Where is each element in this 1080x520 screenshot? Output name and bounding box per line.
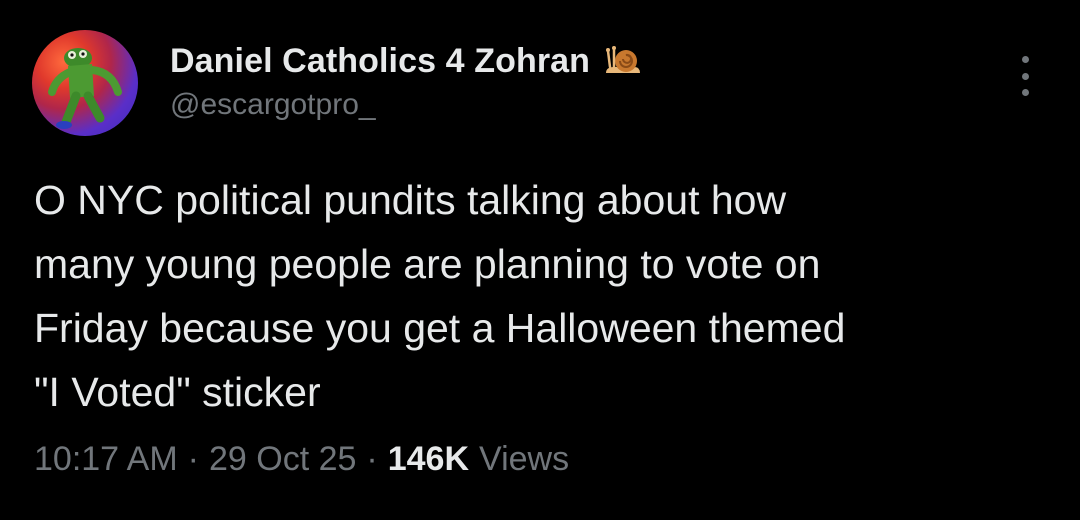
tweet-meta: 10:17 AM · 29 Oct 25 · 146K Views bbox=[34, 440, 569, 479]
more-dot-icon bbox=[1021, 89, 1029, 96]
meta-separator: · bbox=[187, 440, 199, 478]
views-label: Views bbox=[479, 440, 570, 478]
more-dot-icon bbox=[1021, 72, 1029, 80]
avatar[interactable] bbox=[32, 30, 138, 136]
snail-icon bbox=[602, 41, 642, 81]
tweet-header: Daniel Catholics 4 Zohran @escargotpro_ bbox=[170, 38, 642, 138]
user-handle[interactable]: @escargotpro_ bbox=[170, 88, 642, 122]
more-options-button[interactable] bbox=[1010, 56, 1040, 96]
meta-separator: · bbox=[366, 440, 378, 478]
tweet-time[interactable]: 10:17 AM bbox=[34, 440, 178, 479]
more-dot-icon bbox=[1021, 56, 1029, 63]
views-count[interactable]: 146K bbox=[388, 440, 469, 479]
tweet-date[interactable]: 29 Oct 25 bbox=[209, 440, 356, 479]
kermit-avatar-icon bbox=[48, 48, 122, 129]
tweet-text: O NYC political pundits talking about ho… bbox=[34, 177, 846, 415]
display-name[interactable]: Daniel Catholics 4 Zohran bbox=[170, 42, 590, 81]
tweet: Daniel Catholics 4 Zohran @escargotpro_ … bbox=[0, 0, 1080, 520]
name-row: Daniel Catholics 4 Zohran bbox=[170, 38, 642, 84]
